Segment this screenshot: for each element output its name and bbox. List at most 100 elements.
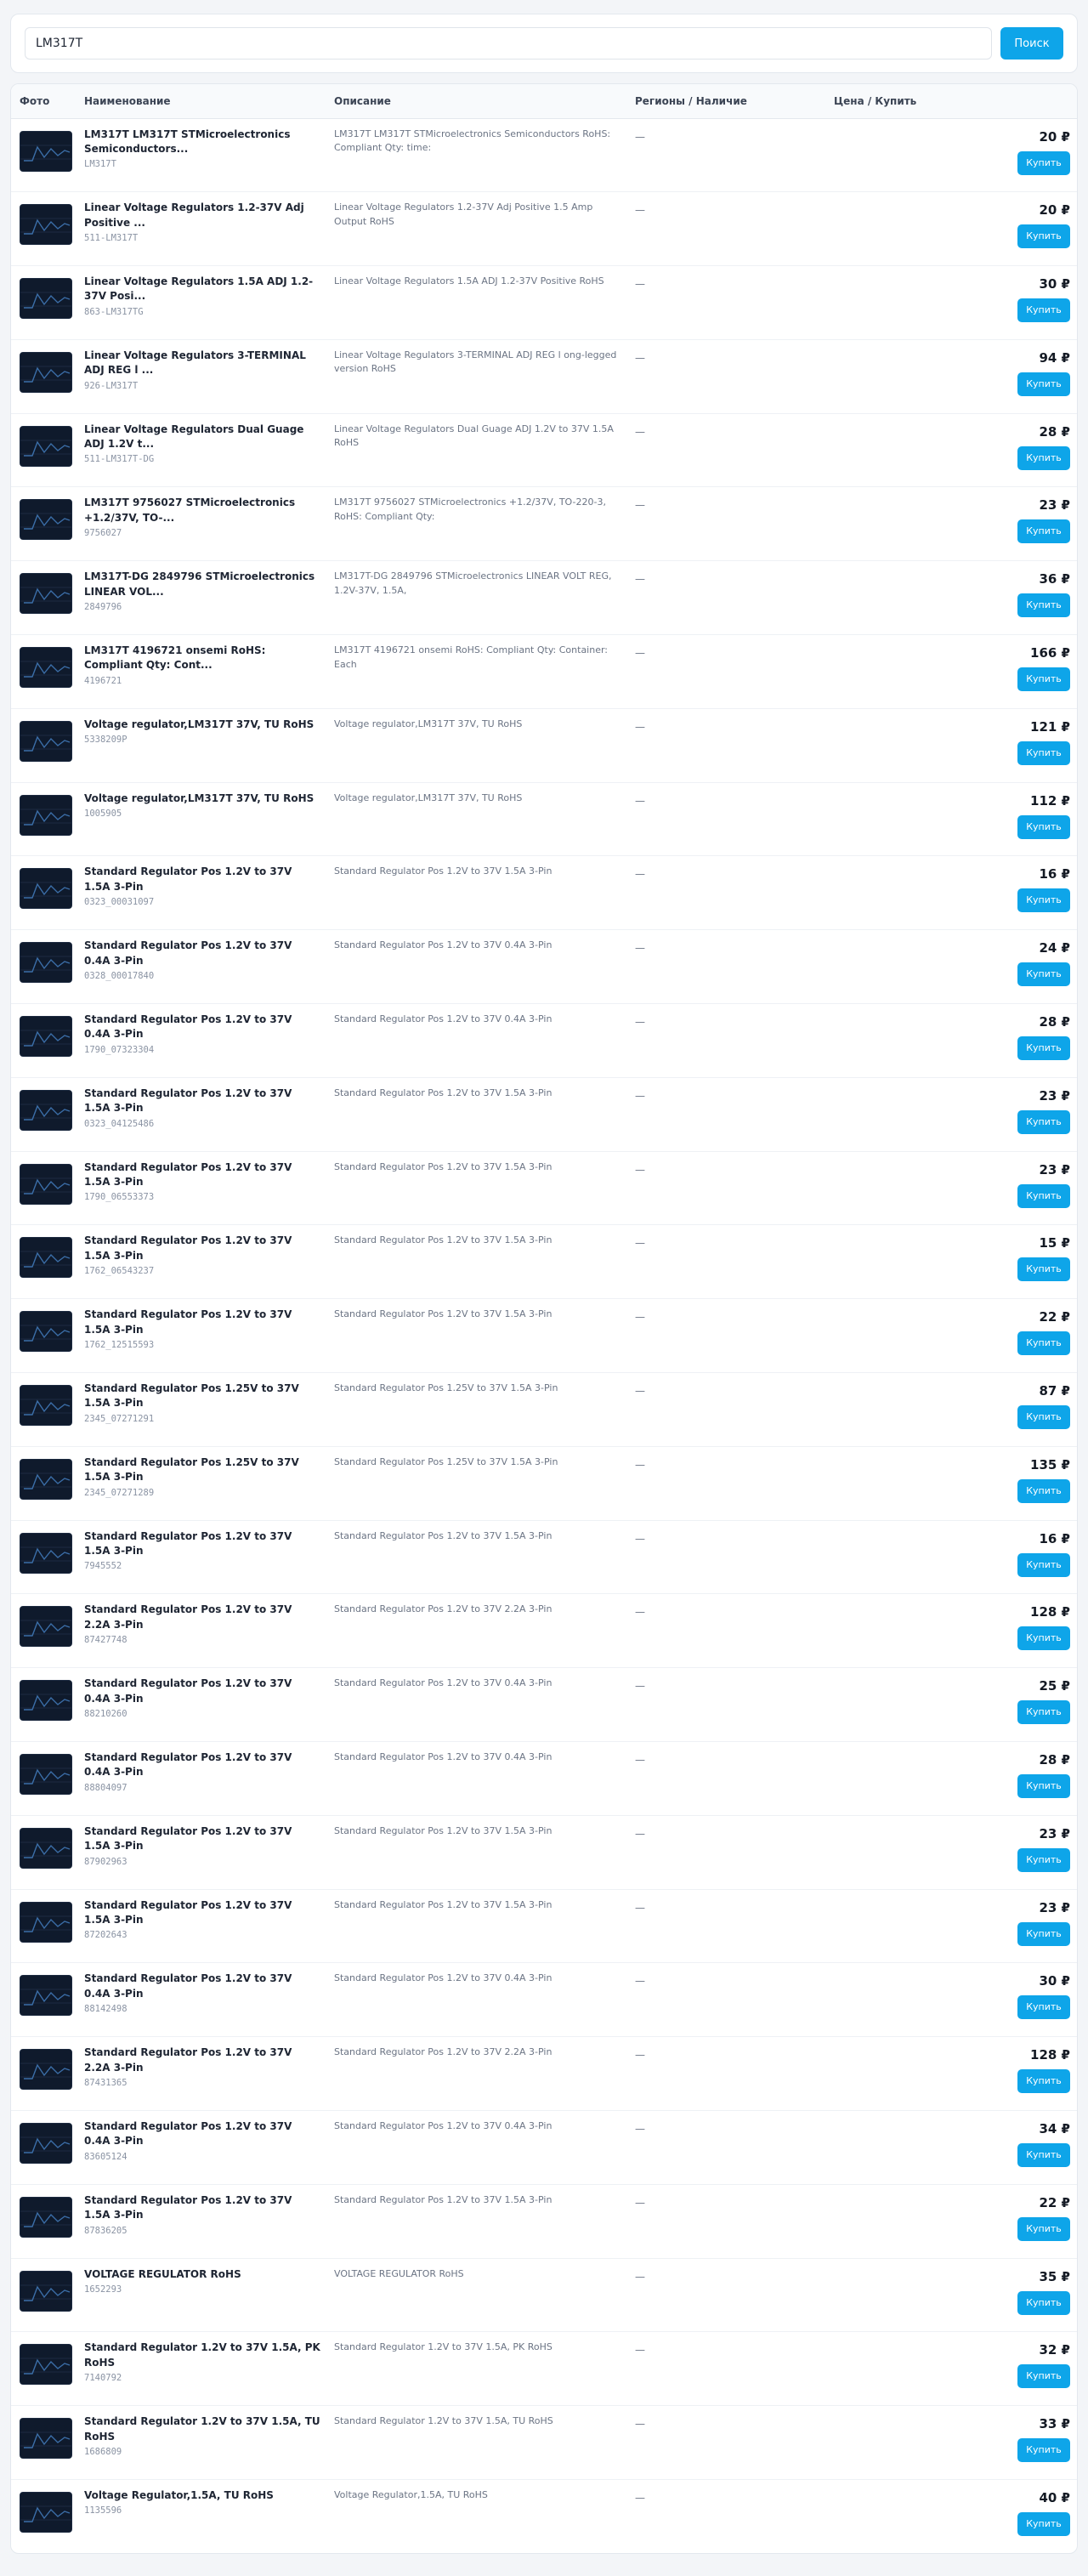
- buy-button[interactable]: Купить: [1017, 888, 1070, 913]
- product-thumbnail[interactable]: [20, 351, 72, 393]
- product-name-link[interactable]: LM317T 4196721 onsemi RoHS: Compliant Qt…: [84, 644, 320, 673]
- buy-button[interactable]: Купить: [1017, 1183, 1070, 1208]
- product-thumbnail[interactable]: [20, 794, 72, 836]
- product-name-link[interactable]: Standard Regulator Pos 1.2V to 37V 2.2A …: [84, 1603, 320, 1632]
- product-thumbnail[interactable]: [20, 2418, 72, 2460]
- product-thumbnail[interactable]: [20, 868, 72, 910]
- product-thumbnail[interactable]: [20, 2492, 72, 2533]
- buy-button[interactable]: Купить: [1017, 1921, 1070, 1946]
- buy-button[interactable]: Купить: [1017, 519, 1070, 544]
- product-name-link[interactable]: Standard Regulator Pos 1.2V to 37V 1.5A …: [84, 1898, 320, 1928]
- product-thumbnail[interactable]: [20, 1016, 72, 1058]
- product-thumbnail[interactable]: [20, 2270, 72, 2312]
- buy-button[interactable]: Купить: [1017, 2143, 1070, 2168]
- product-name-link[interactable]: VOLTAGE REGULATOR RoHS: [84, 2267, 320, 2282]
- product-thumbnail[interactable]: [20, 425, 72, 467]
- product-thumbnail[interactable]: [20, 130, 72, 172]
- buy-button[interactable]: Купить: [1017, 593, 1070, 618]
- product-name-link[interactable]: Standard Regulator Pos 1.2V to 37V 0.4A …: [84, 939, 320, 968]
- buy-button[interactable]: Купить: [1017, 2512, 1070, 2536]
- buy-button[interactable]: Купить: [1017, 1331, 1070, 1356]
- buy-button[interactable]: Купить: [1017, 1774, 1070, 1799]
- product-name-link[interactable]: Linear Voltage Regulators 1.2-37V Adj Po…: [84, 201, 320, 230]
- product-name-link[interactable]: Standard Regulator Pos 1.25V to 37V 1.5A…: [84, 1455, 320, 1485]
- product-thumbnail[interactable]: [20, 278, 72, 320]
- product-thumbnail[interactable]: [20, 204, 72, 246]
- buy-button[interactable]: Купить: [1017, 1626, 1070, 1651]
- buy-button[interactable]: Купить: [1017, 2069, 1070, 2094]
- product-name-link[interactable]: Standard Regulator Pos 1.2V to 37V 1.5A …: [84, 1087, 320, 1116]
- buy-button[interactable]: Купить: [1017, 372, 1070, 396]
- buy-button[interactable]: Купить: [1017, 1552, 1070, 1577]
- product-thumbnail[interactable]: [20, 1606, 72, 1648]
- search-button[interactable]: Поиск: [1000, 27, 1063, 60]
- buy-button[interactable]: Купить: [1017, 1405, 1070, 1430]
- buy-button[interactable]: Купить: [1017, 2290, 1070, 2315]
- product-thumbnail[interactable]: [20, 647, 72, 689]
- product-name-link[interactable]: Linear Voltage Regulators Dual Guage ADJ…: [84, 423, 320, 452]
- buy-button[interactable]: Купить: [1017, 1478, 1070, 1503]
- product-name-link[interactable]: Standard Regulator Pos 1.2V to 37V 0.4A …: [84, 1677, 320, 1706]
- product-name-link[interactable]: Voltage regulator,LM317T 37V, TU RoHS: [84, 792, 320, 806]
- product-thumbnail[interactable]: [20, 1680, 72, 1722]
- product-name-link[interactable]: Standard Regulator 1.2V to 37V 1.5A, PK …: [84, 2341, 320, 2370]
- product-thumbnail[interactable]: [20, 942, 72, 984]
- product-thumbnail[interactable]: [20, 2123, 72, 2165]
- product-thumbnail[interactable]: [20, 1901, 72, 1943]
- product-name-link[interactable]: Linear Voltage Regulators 1.5A ADJ 1.2-3…: [84, 275, 320, 304]
- product-name-link[interactable]: Standard Regulator Pos 1.25V to 37V 1.5A…: [84, 1382, 320, 1411]
- product-name-link[interactable]: Standard Regulator Pos 1.2V to 37V 1.5A …: [84, 1160, 320, 1190]
- product-thumbnail[interactable]: [20, 720, 72, 762]
- buy-button[interactable]: Купить: [1017, 150, 1070, 175]
- product-thumbnail[interactable]: [20, 573, 72, 615]
- product-name-link[interactable]: Standard Regulator Pos 1.2V to 37V 1.5A …: [84, 2193, 320, 2223]
- buy-button[interactable]: Купить: [1017, 962, 1070, 987]
- product-name-link[interactable]: Voltage regulator,LM317T 37V, TU RoHS: [84, 718, 320, 732]
- buy-button[interactable]: Купить: [1017, 2216, 1070, 2241]
- product-thumbnail[interactable]: [20, 1089, 72, 1131]
- buy-button[interactable]: Купить: [1017, 298, 1070, 323]
- product-name-link[interactable]: Linear Voltage Regulators 3-TERMINAL ADJ…: [84, 349, 320, 378]
- product-name-link[interactable]: LM317T-DG 2849796 STMicroelectronics LIN…: [84, 570, 320, 599]
- buy-button[interactable]: Купить: [1017, 1995, 1070, 2020]
- product-name-link[interactable]: Standard Regulator Pos 1.2V to 37V 0.4A …: [84, 1013, 320, 1042]
- product-thumbnail[interactable]: [20, 1163, 72, 1205]
- product-thumbnail[interactable]: [20, 1827, 72, 1869]
- product-thumbnail[interactable]: [20, 2196, 72, 2238]
- buy-button[interactable]: Купить: [1017, 2438, 1070, 2463]
- product-thumbnail[interactable]: [20, 2049, 72, 2091]
- buy-button[interactable]: Купить: [1017, 1109, 1070, 1134]
- buy-button[interactable]: Купить: [1017, 1847, 1070, 1872]
- product-name-link[interactable]: LM317T LM317T STMicroelectronics Semicon…: [84, 128, 320, 157]
- search-input[interactable]: [25, 27, 992, 60]
- product-thumbnail[interactable]: [20, 499, 72, 541]
- product-name-link[interactable]: Standard Regulator Pos 1.2V to 37V 0.4A …: [84, 1972, 320, 2001]
- product-thumbnail[interactable]: [20, 1754, 72, 1796]
- buy-button[interactable]: Купить: [1017, 667, 1070, 692]
- product-thumbnail[interactable]: [20, 1237, 72, 1279]
- buy-button[interactable]: Купить: [1017, 1036, 1070, 1061]
- product-name-link[interactable]: Standard Regulator 1.2V to 37V 1.5A, TU …: [84, 2414, 320, 2444]
- product-name-link[interactable]: Standard Regulator Pos 1.2V to 37V 1.5A …: [84, 1308, 320, 1337]
- buy-button[interactable]: Купить: [1017, 1700, 1070, 1725]
- product-thumbnail[interactable]: [20, 1532, 72, 1574]
- buy-button[interactable]: Купить: [1017, 445, 1070, 470]
- buy-button[interactable]: Купить: [1017, 1257, 1070, 1282]
- product-name-link[interactable]: Standard Regulator Pos 1.2V to 37V 1.5A …: [84, 1824, 320, 1854]
- buy-button[interactable]: Купить: [1017, 740, 1070, 765]
- product-thumbnail[interactable]: [20, 1975, 72, 2017]
- product-name-link[interactable]: Standard Regulator Pos 1.2V to 37V 0.4A …: [84, 1750, 320, 1780]
- product-name-link[interactable]: Standard Regulator Pos 1.2V to 37V 0.4A …: [84, 2119, 320, 2149]
- product-name-link[interactable]: LM317T 9756027 STMicroelectronics +1.2/3…: [84, 496, 320, 525]
- product-name-link[interactable]: Standard Regulator Pos 1.2V to 37V 1.5A …: [84, 1529, 320, 1559]
- product-name-link[interactable]: Standard Regulator Pos 1.2V to 37V 1.5A …: [84, 865, 320, 894]
- product-thumbnail[interactable]: [20, 1385, 72, 1427]
- product-name-link[interactable]: Standard Regulator Pos 1.2V to 37V 1.5A …: [84, 1234, 320, 1263]
- product-name-link[interactable]: Voltage Regulator,1.5A, TU RoHS: [84, 2488, 320, 2503]
- product-thumbnail[interactable]: [20, 1311, 72, 1353]
- product-thumbnail[interactable]: [20, 1458, 72, 1500]
- product-name-link[interactable]: Standard Regulator Pos 1.2V to 37V 2.2A …: [84, 2045, 320, 2075]
- buy-button[interactable]: Купить: [1017, 224, 1070, 249]
- product-thumbnail[interactable]: [20, 2344, 72, 2386]
- buy-button[interactable]: Купить: [1017, 2364, 1070, 2389]
